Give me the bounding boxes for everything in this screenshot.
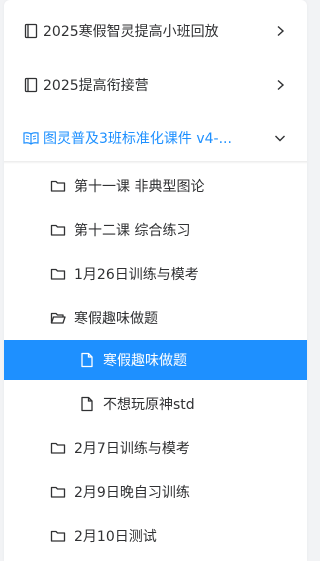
course-item-2025-bridge-camp[interactable]: 2025提高衔接营 bbox=[4, 58, 307, 112]
folder-feb10-test[interactable]: 2月10日测试 bbox=[4, 516, 307, 556]
folder-feb9-study[interactable]: 2月9日晚自习训练 bbox=[4, 472, 307, 512]
course-label: 2025寒假智灵提高小班回放 bbox=[43, 24, 219, 40]
folder-icon bbox=[50, 178, 66, 194]
folder-jan26-training[interactable]: 1月26日训练与模考 bbox=[4, 254, 307, 294]
file-winter-fun[interactable]: 寒假趣味做题 bbox=[4, 340, 307, 380]
tree-item-label: 第十二课 综合练习 bbox=[74, 223, 191, 239]
folder-lesson-12[interactable]: 第十二课 综合练习 bbox=[4, 210, 307, 250]
folder-icon bbox=[50, 528, 66, 544]
chevron-right-icon[interactable] bbox=[273, 24, 287, 38]
file-icon bbox=[79, 352, 95, 368]
file-icon bbox=[79, 396, 95, 412]
folder-open-icon bbox=[50, 310, 66, 326]
course-label: 2025提高衔接营 bbox=[43, 78, 149, 94]
folder-icon bbox=[50, 440, 66, 456]
tree-item-label: 2月7日训练与模考 bbox=[74, 441, 190, 457]
folder-feb7-training[interactable]: 2月7日训练与模考 bbox=[4, 428, 307, 468]
notebook-icon bbox=[23, 77, 39, 93]
folder-icon bbox=[50, 484, 66, 500]
course-item-2025-winter-replay[interactable]: 2025寒假智灵提高小班回放 bbox=[4, 4, 307, 58]
tree-item-label: 寒假趣味做题 bbox=[74, 311, 158, 327]
section-divider bbox=[4, 161, 307, 164]
course-label: 图灵普及3班标准化课件 v4-... bbox=[43, 131, 232, 147]
file-not-genshin-std[interactable]: 不想玩原神std bbox=[4, 384, 307, 424]
tree-item-label: 1月26日训练与模考 bbox=[74, 267, 199, 283]
tree-item-label: 2月9日晚自习训练 bbox=[74, 485, 190, 501]
tree-item-label: 第十一课 非典型图论 bbox=[74, 179, 205, 195]
chevron-right-icon[interactable] bbox=[273, 78, 287, 92]
folder-icon bbox=[50, 222, 66, 238]
folder-winter-fun[interactable]: 寒假趣味做题 bbox=[4, 298, 307, 338]
notebook-icon bbox=[23, 23, 39, 39]
folder-icon bbox=[50, 266, 66, 282]
course-sidebar: 2025寒假智灵提高小班回放 2025提高衔接营 图灵普及3班标准化课件 v4-… bbox=[4, 0, 307, 561]
folder-lesson-11[interactable]: 第十一课 非典型图论 bbox=[4, 166, 307, 206]
course-item-turing-class3[interactable]: 图灵普及3班标准化课件 v4-... bbox=[4, 111, 307, 165]
tree-item-label: 不想玩原神std bbox=[103, 397, 195, 413]
tree-item-label: 2月10日测试 bbox=[74, 529, 157, 545]
tree-item-label: 寒假趣味做题 bbox=[103, 353, 187, 369]
open-book-icon bbox=[23, 130, 39, 146]
chevron-down-icon[interactable] bbox=[273, 131, 287, 145]
